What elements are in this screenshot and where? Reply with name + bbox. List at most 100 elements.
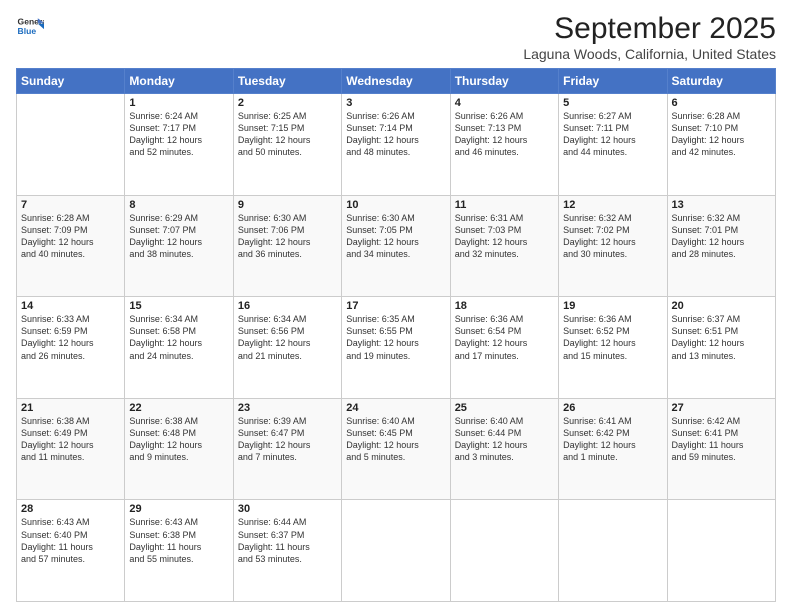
calendar-cell: 22Sunrise: 6:38 AM Sunset: 6:48 PM Dayli…	[125, 398, 233, 500]
cell-info-text: Sunrise: 6:32 AM Sunset: 7:02 PM Dayligh…	[563, 212, 662, 261]
cell-day-number: 18	[455, 300, 554, 312]
calendar-cell	[559, 500, 667, 602]
weekday-header-friday: Friday	[559, 69, 667, 94]
cell-day-number: 26	[563, 402, 662, 414]
calendar-cell	[450, 500, 558, 602]
cell-info-text: Sunrise: 6:31 AM Sunset: 7:03 PM Dayligh…	[455, 212, 554, 261]
cell-day-number: 2	[238, 97, 337, 109]
calendar-cell: 13Sunrise: 6:32 AM Sunset: 7:01 PM Dayli…	[667, 195, 775, 297]
calendar-cell	[342, 500, 450, 602]
logo: General Blue	[16, 12, 44, 40]
cell-info-text: Sunrise: 6:41 AM Sunset: 6:42 PM Dayligh…	[563, 415, 662, 464]
cell-day-number: 6	[672, 97, 771, 109]
calendar-cell: 27Sunrise: 6:42 AM Sunset: 6:41 PM Dayli…	[667, 398, 775, 500]
cell-info-text: Sunrise: 6:33 AM Sunset: 6:59 PM Dayligh…	[21, 313, 120, 362]
calendar-cell: 7Sunrise: 6:28 AM Sunset: 7:09 PM Daylig…	[17, 195, 125, 297]
weekday-header-monday: Monday	[125, 69, 233, 94]
cell-day-number: 17	[346, 300, 445, 312]
cell-info-text: Sunrise: 6:26 AM Sunset: 7:13 PM Dayligh…	[455, 110, 554, 159]
svg-text:Blue: Blue	[18, 26, 37, 36]
calendar-cell: 14Sunrise: 6:33 AM Sunset: 6:59 PM Dayli…	[17, 297, 125, 399]
cell-day-number: 10	[346, 199, 445, 211]
calendar-cell: 2Sunrise: 6:25 AM Sunset: 7:15 PM Daylig…	[233, 94, 341, 196]
calendar-cell: 24Sunrise: 6:40 AM Sunset: 6:45 PM Dayli…	[342, 398, 450, 500]
cell-day-number: 15	[129, 300, 228, 312]
cell-info-text: Sunrise: 6:39 AM Sunset: 6:47 PM Dayligh…	[238, 415, 337, 464]
cell-day-number: 20	[672, 300, 771, 312]
cell-info-text: Sunrise: 6:32 AM Sunset: 7:01 PM Dayligh…	[672, 212, 771, 261]
calendar-cell: 15Sunrise: 6:34 AM Sunset: 6:58 PM Dayli…	[125, 297, 233, 399]
cell-info-text: Sunrise: 6:40 AM Sunset: 6:45 PM Dayligh…	[346, 415, 445, 464]
calendar-cell: 23Sunrise: 6:39 AM Sunset: 6:47 PM Dayli…	[233, 398, 341, 500]
cell-info-text: Sunrise: 6:44 AM Sunset: 6:37 PM Dayligh…	[238, 516, 337, 565]
calendar-cell	[17, 94, 125, 196]
calendar-cell: 25Sunrise: 6:40 AM Sunset: 6:44 PM Dayli…	[450, 398, 558, 500]
weekday-header-tuesday: Tuesday	[233, 69, 341, 94]
weekday-header-saturday: Saturday	[667, 69, 775, 94]
cell-day-number: 14	[21, 300, 120, 312]
cell-info-text: Sunrise: 6:36 AM Sunset: 6:52 PM Dayligh…	[563, 313, 662, 362]
calendar-cell: 3Sunrise: 6:26 AM Sunset: 7:14 PM Daylig…	[342, 94, 450, 196]
weekday-header-wednesday: Wednesday	[342, 69, 450, 94]
calendar-cell: 19Sunrise: 6:36 AM Sunset: 6:52 PM Dayli…	[559, 297, 667, 399]
cell-info-text: Sunrise: 6:29 AM Sunset: 7:07 PM Dayligh…	[129, 212, 228, 261]
cell-info-text: Sunrise: 6:27 AM Sunset: 7:11 PM Dayligh…	[563, 110, 662, 159]
calendar-cell: 1Sunrise: 6:24 AM Sunset: 7:17 PM Daylig…	[125, 94, 233, 196]
calendar-week-row: 28Sunrise: 6:43 AM Sunset: 6:40 PM Dayli…	[17, 500, 776, 602]
weekday-header-thursday: Thursday	[450, 69, 558, 94]
cell-day-number: 24	[346, 402, 445, 414]
cell-info-text: Sunrise: 6:35 AM Sunset: 6:55 PM Dayligh…	[346, 313, 445, 362]
calendar-cell: 4Sunrise: 6:26 AM Sunset: 7:13 PM Daylig…	[450, 94, 558, 196]
calendar-cell: 11Sunrise: 6:31 AM Sunset: 7:03 PM Dayli…	[450, 195, 558, 297]
cell-day-number: 9	[238, 199, 337, 211]
cell-info-text: Sunrise: 6:38 AM Sunset: 6:48 PM Dayligh…	[129, 415, 228, 464]
cell-day-number: 3	[346, 97, 445, 109]
calendar-cell: 30Sunrise: 6:44 AM Sunset: 6:37 PM Dayli…	[233, 500, 341, 602]
cell-info-text: Sunrise: 6:38 AM Sunset: 6:49 PM Dayligh…	[21, 415, 120, 464]
cell-info-text: Sunrise: 6:30 AM Sunset: 7:06 PM Dayligh…	[238, 212, 337, 261]
calendar-week-row: 1Sunrise: 6:24 AM Sunset: 7:17 PM Daylig…	[17, 94, 776, 196]
calendar-cell: 8Sunrise: 6:29 AM Sunset: 7:07 PM Daylig…	[125, 195, 233, 297]
calendar-cell: 16Sunrise: 6:34 AM Sunset: 6:56 PM Dayli…	[233, 297, 341, 399]
calendar-cell: 26Sunrise: 6:41 AM Sunset: 6:42 PM Dayli…	[559, 398, 667, 500]
calendar-cell: 20Sunrise: 6:37 AM Sunset: 6:51 PM Dayli…	[667, 297, 775, 399]
cell-info-text: Sunrise: 6:28 AM Sunset: 7:10 PM Dayligh…	[672, 110, 771, 159]
cell-day-number: 25	[455, 402, 554, 414]
cell-info-text: Sunrise: 6:43 AM Sunset: 6:38 PM Dayligh…	[129, 516, 228, 565]
cell-day-number: 12	[563, 199, 662, 211]
calendar-cell: 18Sunrise: 6:36 AM Sunset: 6:54 PM Dayli…	[450, 297, 558, 399]
calendar-cell: 28Sunrise: 6:43 AM Sunset: 6:40 PM Dayli…	[17, 500, 125, 602]
cell-day-number: 29	[129, 503, 228, 515]
weekday-header-row: SundayMondayTuesdayWednesdayThursdayFrid…	[17, 69, 776, 94]
logo-icon: General Blue	[16, 12, 44, 40]
location-subtitle: Laguna Woods, California, United States	[523, 46, 776, 62]
cell-day-number: 23	[238, 402, 337, 414]
cell-info-text: Sunrise: 6:42 AM Sunset: 6:41 PM Dayligh…	[672, 415, 771, 464]
cell-info-text: Sunrise: 6:28 AM Sunset: 7:09 PM Dayligh…	[21, 212, 120, 261]
cell-day-number: 4	[455, 97, 554, 109]
month-year-title: September 2025	[523, 12, 776, 46]
calendar-cell: 21Sunrise: 6:38 AM Sunset: 6:49 PM Dayli…	[17, 398, 125, 500]
cell-info-text: Sunrise: 6:37 AM Sunset: 6:51 PM Dayligh…	[672, 313, 771, 362]
calendar-table: SundayMondayTuesdayWednesdayThursdayFrid…	[16, 68, 776, 602]
cell-day-number: 28	[21, 503, 120, 515]
cell-info-text: Sunrise: 6:40 AM Sunset: 6:44 PM Dayligh…	[455, 415, 554, 464]
cell-info-text: Sunrise: 6:30 AM Sunset: 7:05 PM Dayligh…	[346, 212, 445, 261]
cell-info-text: Sunrise: 6:24 AM Sunset: 7:17 PM Dayligh…	[129, 110, 228, 159]
calendar-cell: 29Sunrise: 6:43 AM Sunset: 6:38 PM Dayli…	[125, 500, 233, 602]
calendar-cell: 5Sunrise: 6:27 AM Sunset: 7:11 PM Daylig…	[559, 94, 667, 196]
cell-day-number: 27	[672, 402, 771, 414]
calendar-week-row: 7Sunrise: 6:28 AM Sunset: 7:09 PM Daylig…	[17, 195, 776, 297]
cell-day-number: 13	[672, 199, 771, 211]
header: General Blue September 2025 Laguna Woods…	[16, 12, 776, 62]
cell-info-text: Sunrise: 6:34 AM Sunset: 6:56 PM Dayligh…	[238, 313, 337, 362]
cell-day-number: 19	[563, 300, 662, 312]
cell-info-text: Sunrise: 6:25 AM Sunset: 7:15 PM Dayligh…	[238, 110, 337, 159]
calendar-week-row: 21Sunrise: 6:38 AM Sunset: 6:49 PM Dayli…	[17, 398, 776, 500]
calendar-cell: 12Sunrise: 6:32 AM Sunset: 7:02 PM Dayli…	[559, 195, 667, 297]
cell-day-number: 30	[238, 503, 337, 515]
calendar-cell: 6Sunrise: 6:28 AM Sunset: 7:10 PM Daylig…	[667, 94, 775, 196]
cell-info-text: Sunrise: 6:26 AM Sunset: 7:14 PM Dayligh…	[346, 110, 445, 159]
cell-day-number: 21	[21, 402, 120, 414]
cell-info-text: Sunrise: 6:36 AM Sunset: 6:54 PM Dayligh…	[455, 313, 554, 362]
